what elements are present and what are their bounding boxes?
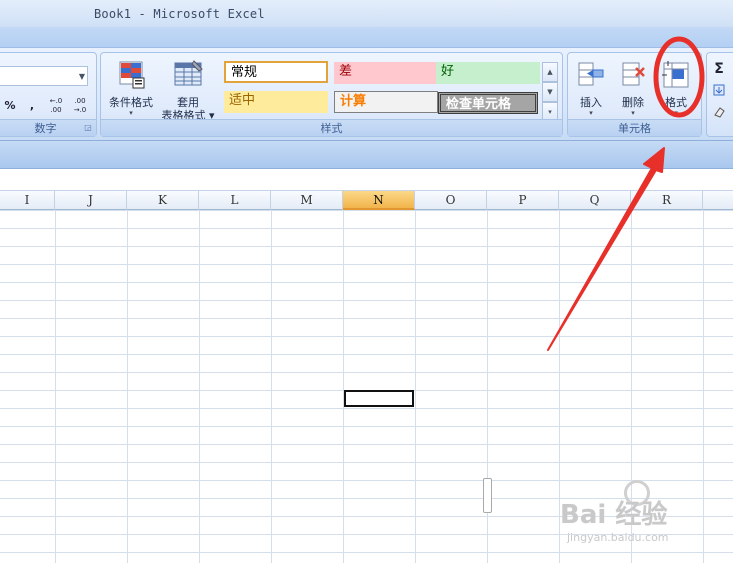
fill-button[interactable]	[712, 81, 726, 96]
fill-down-icon	[713, 84, 725, 96]
cells-group: 插入 ▾ 删除 ▾ 格式 ▾ 单元格	[567, 52, 702, 137]
title-bar: Book1 - Microsoft Excel	[0, 0, 733, 27]
conditional-formatting-icon	[119, 61, 145, 89]
ribbon: ▼ % , ←.0 .00 .00 →.0 数字 ◲ 条件格式 ▾ 套用 表格格…	[0, 48, 733, 141]
column-header-r[interactable]: R	[631, 191, 703, 210]
number-group: ▼ % , ←.0 .00 .00 →.0 数字 ◲	[0, 52, 97, 137]
autosum-button[interactable]: Σ	[711, 57, 727, 79]
style-normal[interactable]: 常规	[224, 61, 328, 83]
column-headers: IJKLMNOPQR	[0, 191, 733, 210]
comma-button[interactable]: ,	[24, 94, 40, 116]
style-check-cell[interactable]: 检查单元格	[438, 92, 538, 114]
style-good[interactable]: 好	[436, 62, 540, 84]
format-as-table-button[interactable]: 套用 表格格式 ▾	[159, 59, 217, 122]
decrease-decimal-button[interactable]: .00 →.0	[69, 94, 91, 116]
column-header-i[interactable]: I	[0, 191, 55, 210]
number-group-label: 数字	[0, 119, 96, 136]
increase-decimal-button[interactable]: ←.0 .00	[45, 94, 67, 116]
grid-line	[127, 210, 128, 563]
grid-line	[343, 210, 344, 563]
column-header-m[interactable]: M	[271, 191, 343, 210]
increase-decimal-icon: ←.0 .00	[49, 97, 63, 114]
decrease-decimal-icon: .00 →.0	[73, 97, 87, 114]
watermark-brand: Bai 经验	[560, 500, 668, 530]
window-title: Book1 - Microsoft Excel	[94, 7, 265, 21]
style-neutral[interactable]: 适中	[224, 91, 328, 113]
format-cells-icon	[662, 61, 689, 88]
format-as-table-icon	[174, 60, 203, 86]
formula-bar-area	[0, 141, 733, 169]
column-header-q[interactable]: Q	[559, 191, 631, 210]
delete-button[interactable]: 删除 ▾	[613, 59, 653, 117]
column-header-j[interactable]: J	[55, 191, 127, 210]
insert-button[interactable]: 插入 ▾	[571, 59, 611, 117]
grid-line	[415, 210, 416, 563]
cells-group-label: 单元格	[568, 119, 701, 136]
chevron-down-icon: ▾	[674, 109, 678, 117]
styles-group-label: 样式	[101, 119, 562, 136]
gallery-down-icon[interactable]: ▼	[542, 82, 558, 102]
dialog-launcher-icon[interactable]: ◲	[83, 123, 93, 133]
formula-input-row[interactable]	[0, 169, 733, 191]
format-button[interactable]: 格式 ▾	[656, 59, 696, 117]
style-calculation[interactable]: 计算	[334, 91, 438, 113]
chevron-down-icon: ▾	[589, 109, 593, 117]
delete-cells-icon	[622, 62, 645, 86]
eraser-icon	[714, 107, 725, 118]
format-label: 格式	[665, 96, 687, 109]
floating-scroll-thumb[interactable]	[483, 478, 492, 513]
column-header-n[interactable]: N	[343, 191, 415, 210]
insert-cells-icon	[578, 62, 604, 86]
chevron-down-icon: ▾	[631, 109, 635, 117]
gallery-up-icon[interactable]: ▲	[542, 62, 558, 82]
baidu-watermark: Bai 经验 jingyan.baidu.com	[560, 480, 730, 560]
active-cell[interactable]	[344, 390, 414, 407]
number-format-combo[interactable]: ▼	[0, 66, 88, 86]
ribbon-tab-strip	[0, 27, 733, 48]
conditional-formatting-button[interactable]: 条件格式 ▾	[104, 59, 158, 117]
column-header-p[interactable]: P	[487, 191, 559, 210]
insert-label: 插入	[580, 96, 602, 109]
grid-line	[55, 210, 56, 563]
format-as-table-label-1: 套用	[177, 96, 199, 109]
chevron-down-icon: ▾	[129, 109, 133, 117]
column-header-o[interactable]: O	[415, 191, 487, 210]
style-gallery-scroll: ▲ ▼ ▾	[542, 62, 558, 122]
chevron-down-icon[interactable]: ▼	[79, 72, 85, 81]
delete-label: 删除	[622, 96, 644, 109]
clear-button[interactable]	[712, 103, 726, 118]
conditional-formatting-label: 条件格式	[109, 96, 153, 109]
grid-line	[199, 210, 200, 563]
column-header-l[interactable]: L	[199, 191, 271, 210]
sigma-icon: Σ	[714, 61, 724, 77]
column-header-k[interactable]: K	[127, 191, 199, 210]
editing-group: Σ	[706, 52, 733, 137]
percent-button[interactable]: %	[1, 94, 19, 116]
styles-group: 条件格式 ▾ 套用 表格格式 ▾ 常规 差 好 适中 计算 检查单元格 ▲ ▼ …	[100, 52, 563, 137]
watermark-url: jingyan.baidu.com	[567, 531, 669, 544]
style-bad[interactable]: 差	[334, 62, 438, 84]
grid-line	[271, 210, 272, 563]
